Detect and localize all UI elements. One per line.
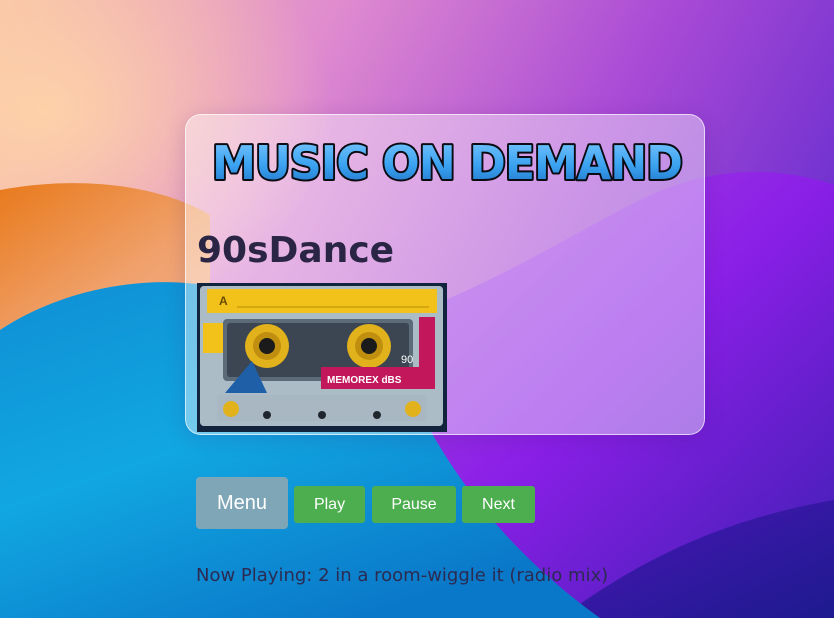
cassette-brand-label: MEMOREX dBS [327,375,402,386]
now-playing-text: Now Playing: 2 in a room-wiggle it (radi… [196,565,609,586]
logo-text: MUSIC ON DEMAND [212,136,682,189]
menu-button[interactable]: Menu [196,477,288,529]
cassette-cover-image: A 90 MEMOREX dBS [197,283,447,432]
station-title: 90sDance [197,230,395,271]
pause-button[interactable]: Pause [372,486,456,523]
next-button[interactable]: Next [462,486,535,523]
cassette-length-label: 90 [401,354,413,366]
music-on-demand-logo: MUSIC ON DEMAND [210,134,685,189]
player-card: MUSIC ON DEMAND 90sDance A 90 MEMOREX dB… [185,114,705,435]
cassette-side-label: A [219,294,228,308]
play-button[interactable]: Play [294,486,365,523]
